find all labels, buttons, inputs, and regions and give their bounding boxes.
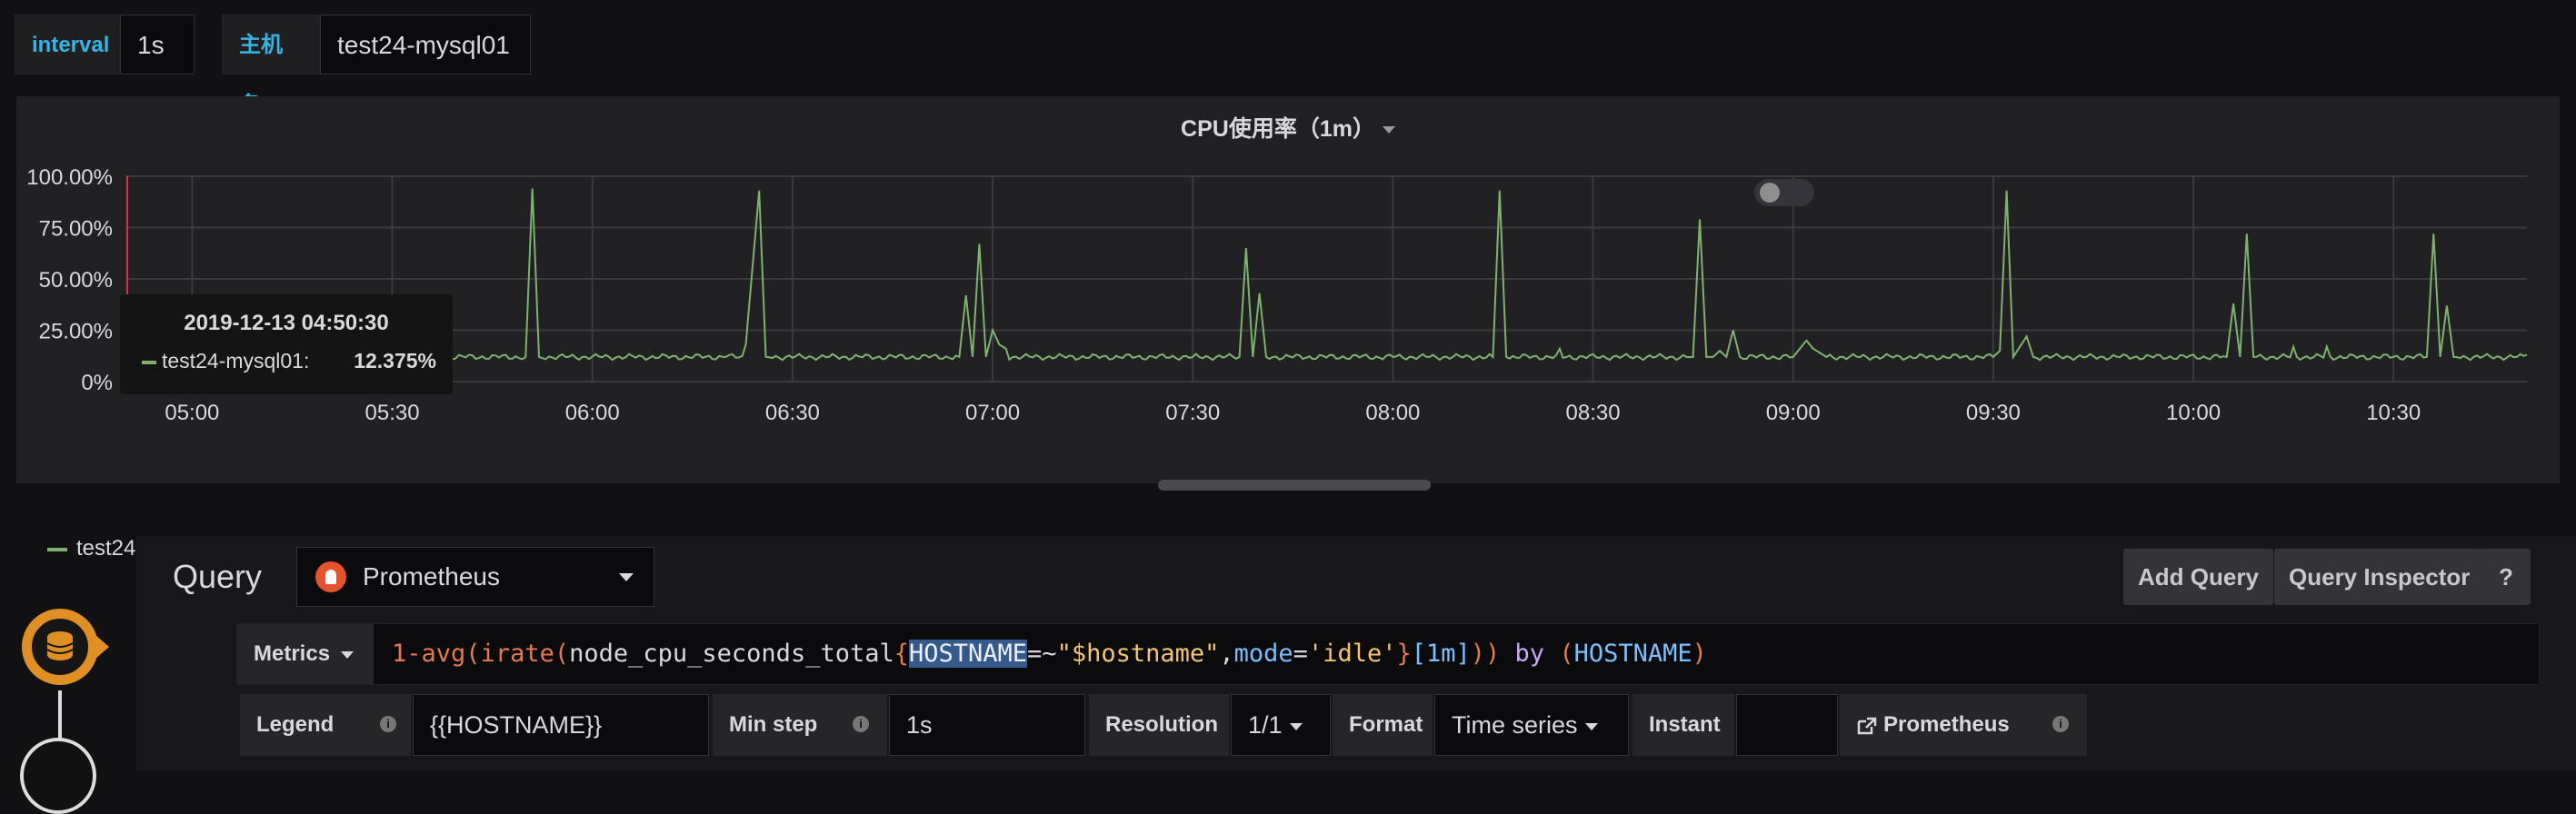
min-step-input[interactable]: 1s bbox=[889, 694, 1085, 756]
expr-token: "$hostname" bbox=[1056, 640, 1220, 668]
external-link-icon bbox=[1857, 717, 1877, 734]
query-editor: Query Prometheus Add Query Query Inspect… bbox=[136, 536, 2576, 770]
help-button[interactable]: ? bbox=[2481, 549, 2531, 605]
variable-label-hostname: 主机名 bbox=[222, 15, 320, 117]
x-tick-label: 05:00 bbox=[165, 401, 219, 425]
expr-token: 1- bbox=[392, 640, 422, 668]
legend-format-input[interactable]: {{HOSTNAME}} bbox=[413, 694, 709, 756]
chevron-down-icon bbox=[341, 650, 354, 659]
y-tick-label: 50.00% bbox=[39, 268, 113, 293]
variable-label-interval: interval bbox=[15, 15, 120, 74]
x-tick-label: 09:00 bbox=[1766, 401, 1821, 425]
active-tab-pointer bbox=[95, 634, 109, 660]
graph-tooltip: 2019-12-13 04:50:30 test24-mysql01: 12.3… bbox=[120, 294, 453, 394]
info-icon[interactable]: i bbox=[380, 716, 396, 732]
instant-toggle-cell bbox=[1736, 694, 1838, 756]
info-icon[interactable]: i bbox=[2052, 716, 2069, 732]
x-tick-label: 10:00 bbox=[2166, 401, 2221, 425]
tooltip-time: 2019-12-13 04:50:30 bbox=[184, 311, 389, 335]
minstep-field-label: Min step bbox=[729, 712, 818, 737]
tooltip-series-name: test24-mysql01: bbox=[162, 349, 310, 372]
metrics-dropdown[interactable]: Metrics bbox=[237, 624, 374, 684]
instant-toggle[interactable] bbox=[1754, 179, 1814, 206]
x-tick-label: 06:30 bbox=[765, 401, 820, 425]
expr-token: node_cpu_seconds_total bbox=[569, 640, 894, 668]
tooltip-series: test24-mysql01: bbox=[142, 349, 309, 373]
expr-token: ( bbox=[465, 640, 481, 668]
expr-token: [1m] bbox=[1411, 640, 1471, 668]
expr-token: by bbox=[1500, 640, 1560, 668]
expr-token: =~ bbox=[1027, 640, 1057, 668]
x-tick-label: 06:00 bbox=[565, 401, 620, 425]
chevron-down-icon bbox=[619, 573, 634, 581]
resolution-value: 1/1 bbox=[1248, 711, 1283, 739]
minstep-label-cell: Min step i bbox=[713, 694, 887, 756]
expr-token: = bbox=[1293, 640, 1308, 668]
expr-token: )) bbox=[1470, 640, 1501, 668]
expr-token: HOSTNAME bbox=[1573, 640, 1692, 668]
series-color-swatch bbox=[142, 360, 156, 364]
y-tick-label: 75.00% bbox=[39, 217, 113, 242]
graph-panel: CPU使用率（1m） 0% 25.00% 50.00% 75.00% 100.00% 05… bbox=[16, 96, 2560, 561]
expr-token: ( bbox=[554, 640, 570, 668]
y-tick-label: 100.00% bbox=[26, 165, 113, 190]
info-icon[interactable]: i bbox=[853, 716, 869, 732]
prometheus-link-cell[interactable]: Prometheus i bbox=[1840, 694, 2087, 756]
format-select[interactable]: Time series bbox=[1434, 694, 1629, 756]
expr-token: 'idle' bbox=[1307, 640, 1397, 668]
expr-token: ) bbox=[1692, 640, 1707, 668]
query-expression-input[interactable]: 1-avg(irate(node_cpu_seconds_total{HOSTN… bbox=[392, 624, 1707, 684]
add-query-button[interactable]: Add Query bbox=[2123, 549, 2273, 605]
datasource-select[interactable]: Prometheus bbox=[296, 547, 654, 607]
metrics-label-text: Metrics bbox=[254, 641, 331, 666]
hostname-selected: test24-mysql01 bbox=[337, 31, 510, 59]
resolution-select[interactable]: 1/1 bbox=[1231, 694, 1331, 756]
legend-label-cell: Legend i bbox=[240, 694, 411, 756]
instant-label-cell: Instant bbox=[1632, 694, 1734, 756]
query-inspector-button[interactable]: Query Inspector bbox=[2274, 549, 2485, 605]
chevron-down-icon bbox=[1584, 722, 1598, 730]
datasource-name: Prometheus bbox=[363, 562, 500, 591]
x-tick-label: 07:00 bbox=[965, 401, 1020, 425]
tooltip-value: 12.375% bbox=[354, 349, 436, 372]
panel-resize-handle[interactable] bbox=[1158, 480, 1431, 491]
x-tick-label: 08:00 bbox=[1365, 401, 1420, 425]
y-tick-label: 0% bbox=[81, 371, 113, 395]
expr-token: ( bbox=[1559, 640, 1574, 668]
x-tick-label: 09:30 bbox=[1966, 401, 2021, 425]
query-section-title: Query bbox=[173, 558, 263, 595]
database-icon bbox=[29, 616, 91, 678]
legend-field-label: Legend bbox=[256, 712, 334, 737]
x-tick-label: 05:30 bbox=[365, 401, 420, 425]
y-tick-label: 25.00% bbox=[39, 320, 113, 344]
expr-token: avg bbox=[421, 640, 466, 668]
chevron-down-icon bbox=[1289, 722, 1303, 730]
cpu-usage-chart[interactable]: 0% 25.00% 50.00% 75.00% 100.00% 05:00 05:30 06:… bbox=[16, 96, 2560, 483]
expr-token: { bbox=[894, 640, 909, 668]
prometheus-link-text: Prometheus bbox=[1883, 712, 2010, 737]
series-line-test24-mysql01 bbox=[125, 188, 2528, 362]
metrics-row: Metrics 1-avg(irate(node_cpu_seconds_tot… bbox=[236, 623, 2540, 685]
x-tick-label: 10:30 bbox=[2366, 401, 2421, 425]
hostname-select[interactable]: test24-mysql01 bbox=[320, 15, 531, 111]
x-tick-label: 08:30 bbox=[1566, 401, 1621, 425]
expr-token: irate bbox=[480, 640, 554, 668]
format-label-cell: Format bbox=[1333, 694, 1433, 756]
visualization-tab-icon[interactable] bbox=[20, 738, 96, 814]
expr-token-selected: HOSTNAME bbox=[909, 640, 1028, 668]
queries-tab-icon[interactable] bbox=[22, 609, 98, 685]
expr-token: mode bbox=[1233, 640, 1293, 668]
interval-selected: 1s bbox=[137, 31, 165, 59]
legend-swatch bbox=[47, 547, 67, 551]
prometheus-icon bbox=[315, 561, 346, 592]
expr-token: } bbox=[1396, 640, 1412, 668]
resolution-label-cell: Resolution bbox=[1089, 694, 1229, 756]
format-value: Time series bbox=[1452, 711, 1578, 739]
expr-token: , bbox=[1219, 640, 1234, 668]
x-tick-label: 07:30 bbox=[1165, 401, 1220, 425]
interval-select[interactable]: test24-mysql011s bbox=[120, 15, 195, 111]
